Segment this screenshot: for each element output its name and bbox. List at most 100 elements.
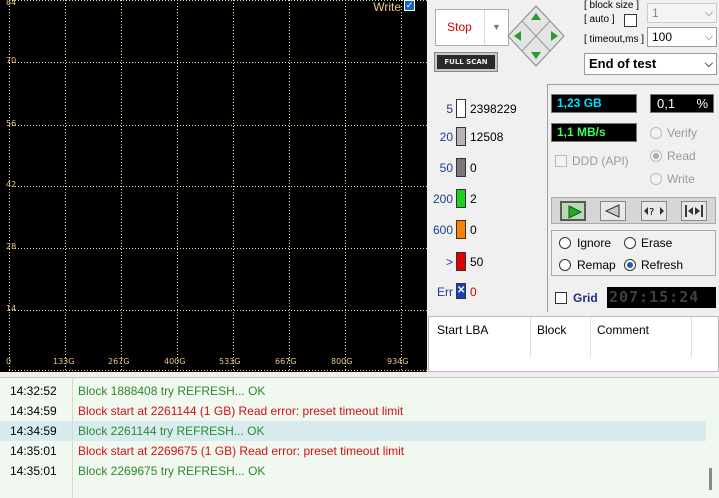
counter-row: > 50	[428, 252, 547, 272]
y-tick-label: 70	[6, 56, 17, 65]
read-radio[interactable]	[650, 150, 662, 162]
remap-label: Remap	[577, 258, 616, 272]
ignore-label: Ignore	[577, 236, 612, 250]
log-scrollbar[interactable]	[709, 468, 712, 490]
auto-checkbox[interactable]	[624, 14, 637, 27]
x-tick-label: 667G	[275, 357, 297, 366]
bad-block-table: Start LBA Block Comment	[428, 316, 719, 372]
write-label: Write	[667, 172, 695, 186]
chevron-down-icon[interactable]: ▼	[484, 10, 508, 45]
write-graph-checkbox[interactable]: ✓	[404, 0, 415, 11]
counter-row: 20 12508	[428, 127, 547, 147]
remap-radio[interactable]	[559, 259, 571, 271]
full-scan-button[interactable]: FULL SCAN	[434, 52, 498, 72]
reverse-button[interactable]	[600, 201, 626, 221]
counter-swatch[interactable]	[456, 127, 466, 146]
verify-radio[interactable]	[650, 127, 662, 139]
column-header[interactable]: Start LBA	[437, 323, 488, 337]
log-message: Block 2261144 try REFRESH... OK	[78, 424, 265, 438]
grid-checkbox[interactable]	[555, 292, 567, 304]
x-tick-label: 133G	[53, 357, 75, 366]
random-seek-icon: ?	[644, 207, 664, 218]
ignore-radio[interactable]	[559, 237, 571, 249]
log-entry: 14:32:52 Block 1888408 try REFRESH... OK	[0, 381, 706, 401]
column-header[interactable]: Block	[537, 323, 566, 337]
column-header[interactable]: Comment	[597, 323, 649, 337]
timeout-select[interactable]: 100 ⌵	[647, 27, 717, 47]
error-x-icon[interactable]: ✕	[456, 283, 466, 299]
transport-controls: ?	[551, 197, 716, 224]
tested-size-readout: 1,23 GB	[551, 94, 637, 113]
block-size-select[interactable]: 1 ⌵	[647, 3, 717, 23]
butterfly-icon	[685, 205, 703, 217]
x-tick-label: 400G	[164, 357, 186, 366]
chevron-down-icon: ⌵	[704, 58, 713, 70]
x-tick-label: 934G	[387, 357, 409, 366]
end-action-select[interactable]: End of test ⌵	[584, 53, 717, 75]
stop-button[interactable]: Stop ▼	[435, 9, 509, 46]
log-message: Block start at 2269675 (1 GB) Read error…	[78, 444, 405, 458]
ddd-api-label: DDD (API)	[572, 154, 629, 168]
erase-label: Erase	[641, 236, 673, 250]
counter-row: 5 2398229	[428, 99, 547, 119]
counter-swatch[interactable]	[456, 252, 466, 271]
grid-label: Grid	[573, 291, 598, 305]
svg-text:?: ?	[649, 207, 654, 218]
scan-controls: Stop ▼ FULL SCAN [ block size ] [ auto ]…	[430, 0, 719, 83]
percent-sign: %	[696, 96, 708, 111]
counter-label: 20	[439, 130, 453, 144]
column-divider	[691, 317, 692, 357]
elapsed-time-display: 207:15:24	[607, 287, 716, 308]
timeout-value: 100	[652, 30, 673, 44]
access-time-counters: 5 2398229 20 12508 50 0 200 2 600 0 > 50…	[428, 84, 547, 312]
speed-graph: 84 70 56 42 28 14 0 133G 267G 400G 533G …	[0, 0, 427, 372]
navigation-pad[interactable]	[506, 4, 566, 68]
write-radio[interactable]	[650, 173, 662, 185]
stop-button-label: Stop	[447, 20, 472, 34]
column-divider	[530, 317, 531, 357]
counter-value: 0	[470, 223, 477, 237]
log-column-divider	[72, 378, 73, 498]
x-tick-label: 533G	[219, 357, 241, 366]
counter-value: 0	[470, 161, 477, 175]
graph-grid	[9, 0, 427, 372]
counter-swatch[interactable]	[456, 158, 466, 177]
read-label: Read	[667, 149, 696, 163]
erase-radio[interactable]	[624, 237, 636, 249]
log-time: 14:35:01	[10, 444, 57, 458]
counter-value: 2398229	[470, 102, 517, 116]
log-message: Block 1888408 try REFRESH... OK	[78, 384, 266, 398]
log-time: 14:35:01	[10, 464, 57, 478]
chevron-down-icon: ⌵	[704, 31, 713, 43]
column-divider	[590, 317, 591, 357]
refresh-radio[interactable]	[624, 259, 636, 271]
divider	[547, 84, 548, 312]
counter-row: 200 2	[428, 189, 547, 209]
write-graph-label: Write	[373, 0, 401, 14]
butterfly-button[interactable]	[681, 201, 707, 221]
counter-swatch[interactable]	[456, 189, 466, 208]
counter-value: 50	[470, 255, 484, 269]
timeout-label: [ timeout,ms ]	[584, 34, 645, 45]
play-button[interactable]	[560, 201, 586, 221]
speed-readout: 1,1 MB/s	[551, 123, 637, 142]
random-seek-button[interactable]: ?	[641, 201, 667, 221]
counter-value: 2	[470, 192, 477, 206]
counter-value: 0	[470, 285, 477, 299]
log-time: 14:34:59	[10, 404, 57, 418]
counter-label: 50	[439, 161, 453, 175]
counter-row: 50 0	[428, 158, 547, 178]
y-tick-label: 84	[6, 0, 17, 7]
counter-swatch[interactable]	[456, 99, 466, 118]
x-tick-label: 0	[6, 357, 12, 366]
ddd-api-checkbox[interactable]	[555, 155, 567, 167]
counter-label: Err	[437, 285, 453, 299]
log-message: Block 2269675 try REFRESH... OK	[78, 464, 266, 478]
y-tick-label: 28	[6, 242, 17, 251]
log-entry: 14:34:59 Block start at 2261144 (1 GB) R…	[0, 401, 706, 421]
x-tick-label: 800G	[331, 357, 353, 366]
progress-percent-value: 0,1	[657, 96, 676, 111]
counter-label: >	[445, 255, 453, 269]
event-log[interactable]: 14:32:52 Block 1888408 try REFRESH... OK…	[0, 377, 719, 498]
counter-swatch[interactable]	[456, 220, 466, 239]
